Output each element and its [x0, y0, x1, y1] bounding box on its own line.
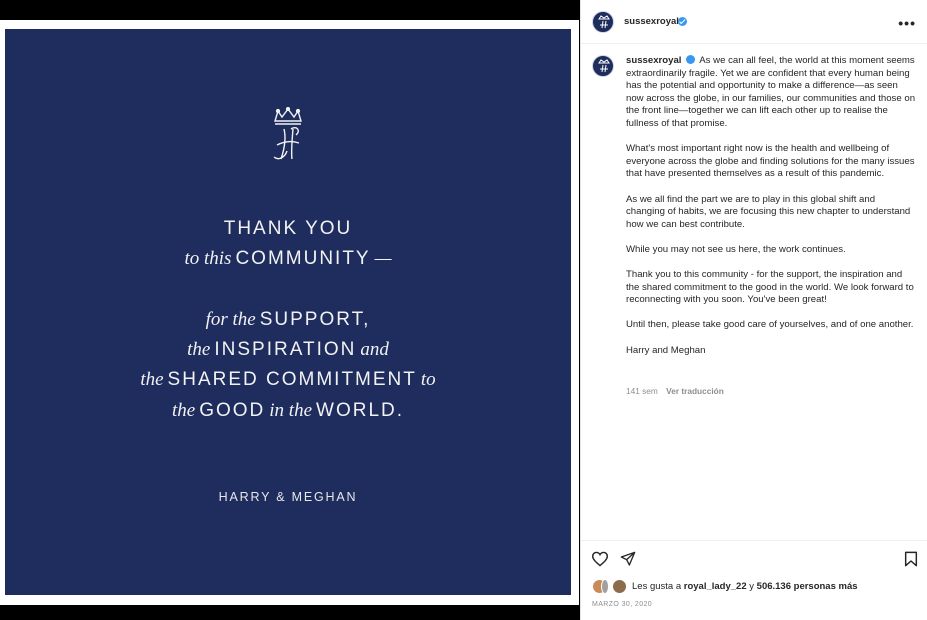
bookmark-icon[interactable]: [904, 551, 918, 567]
quote-italic: the: [140, 369, 164, 390]
post-image: THANK YOU to this COMMUNITY — for the SU…: [5, 29, 571, 595]
verified-badge-icon: [686, 55, 696, 64]
post-age: 141 sem: [626, 386, 658, 396]
top-strip: [0, 0, 579, 3]
header-username[interactable]: sussexroyal: [624, 16, 679, 27]
post-date: MARZO 30, 2020: [592, 601, 653, 608]
translate-link[interactable]: Ver traducción: [666, 386, 724, 396]
liker-username[interactable]: royal_lady_22: [684, 581, 747, 592]
liker-avatar[interactable]: [612, 579, 627, 594]
caption-avatar[interactable]: [592, 55, 614, 77]
caption-paragraph: What's most important right now is the h…: [626, 143, 915, 180]
likes-connector: y: [749, 581, 755, 592]
caption-text: As we can all feel, the world at this mo…: [626, 55, 916, 129]
caption-paragraph: Thank you to this community - for the su…: [626, 269, 914, 306]
quote-italic: in the: [269, 400, 313, 421]
quote-italic: the: [187, 339, 211, 360]
avatar[interactable]: [592, 11, 614, 33]
monogram-icon: [598, 15, 610, 29]
caption-signoff: Harry and Meghan: [626, 344, 706, 356]
quote-caps: INSPIRATION: [214, 339, 357, 360]
heart-icon[interactable]: [591, 551, 609, 567]
quote-line-4: the INSPIRATION and: [5, 339, 571, 361]
crown-monogram-icon: [273, 107, 302, 160]
quote-line-2: to this COMMUNITY —: [5, 248, 571, 270]
quote-caps: THANK YOU: [223, 218, 353, 239]
post-header: sussexroyal •••: [581, 0, 927, 44]
quote-line-5: the SHARED COMMITMENT to: [5, 369, 571, 391]
caption-meta: 141 sem Ver traducción: [626, 386, 724, 396]
quote-italic: and: [360, 339, 389, 360]
quote-line-6: the GOOD in the WORLD.: [5, 400, 571, 422]
more-horizontal-icon[interactable]: •••: [898, 15, 916, 31]
quote-italic: for the: [205, 309, 256, 330]
verified-badge-icon: [678, 17, 687, 26]
likes-prefix: Les gusta a: [632, 581, 682, 592]
monogram-icon: [598, 59, 610, 73]
quote-italic: the: [171, 400, 196, 421]
caption-paragraph: While you may not see us here, the work …: [626, 243, 846, 255]
quote-dash: —: [374, 248, 392, 269]
image-signature: HARRY & MEGHAN: [218, 490, 358, 504]
likes-row: Les gusta a royal_lady_22 y 506.136 pers…: [592, 579, 922, 595]
quote-italic: to this: [184, 248, 232, 269]
quote-caps: COMMUNITY: [235, 248, 371, 269]
post-image-pane[interactable]: THANK YOU to this COMMUNITY — for the SU…: [0, 20, 579, 605]
quote-line-3: for the SUPPORT,: [5, 309, 571, 331]
post-sidebar: sussexroyal ••• sussexroyal As we can al…: [580, 0, 927, 620]
liker-avatar[interactable]: [601, 579, 609, 594]
post-modal: THANK YOU to this COMMUNITY — for the SU…: [0, 0, 927, 620]
caption-paragraph: Until then, please take good care of you…: [626, 319, 914, 331]
actions-divider: [581, 540, 927, 541]
quote-caps: SUPPORT,: [259, 309, 371, 330]
caption-username[interactable]: sussexroyal: [626, 55, 681, 66]
quote-caps: WORLD.: [316, 400, 405, 421]
send-icon[interactable]: [620, 551, 636, 567]
caption-paragraph: As we all find the part we are to play i…: [626, 193, 911, 230]
quote-line-1: THANK YOU: [5, 218, 571, 240]
quote-caps: GOOD: [199, 400, 266, 421]
post-caption: sussexroyal As we can all feel, the worl…: [626, 55, 916, 370]
quote-italic: to: [420, 369, 436, 390]
likes-count[interactable]: 506.136 personas más: [757, 581, 858, 592]
quote-caps: SHARED COMMITMENT: [167, 369, 417, 390]
caption-paragraph: sussexroyal As we can all feel, the worl…: [626, 55, 916, 131]
likes-summary: Les gusta a royal_lady_22 y 506.136 pers…: [632, 581, 858, 592]
